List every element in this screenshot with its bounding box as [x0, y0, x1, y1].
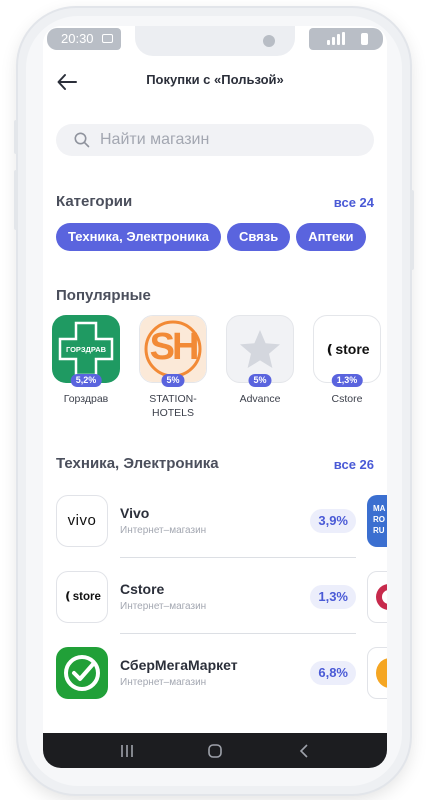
signal-bar-icon — [332, 37, 335, 45]
list-divider — [120, 557, 356, 558]
advance-logo — [226, 315, 294, 383]
store-type: Интернет–магазин — [120, 677, 207, 688]
cashback-badge: 1,3% — [310, 585, 356, 609]
signal-bar-icon — [327, 40, 330, 45]
popular-item-name: Advance — [239, 393, 281, 405]
volume-down-button — [14, 170, 18, 230]
popular-item-gorzdrav[interactable]: ГОРЗДРАВ 5,2% Горздрав — [49, 315, 123, 406]
nav-recents-icon[interactable] — [119, 743, 135, 759]
cashback-badge: 6,8% — [310, 661, 356, 685]
popular-title: Популярные — [56, 287, 151, 304]
power-button — [410, 190, 414, 270]
battery-icon — [361, 33, 368, 45]
store-type: Интернет–магазин — [120, 525, 207, 536]
cstore-logo: ❪store — [313, 315, 381, 383]
cashback-badge: 1,3% — [331, 374, 363, 387]
cashback-badge: 5% — [161, 374, 185, 387]
categories-title: Категории — [56, 193, 133, 210]
chip-telecom[interactable]: Связь — [226, 223, 291, 251]
cashback-badge: 5,2% — [70, 374, 102, 387]
cstore-list-logo-text: ❪store — [63, 591, 101, 603]
chip-pharmacies[interactable]: Аптеки — [296, 223, 366, 251]
nav-home-icon[interactable] — [207, 743, 223, 759]
signal-bar-icon — [337, 34, 340, 45]
status-right — [309, 28, 383, 50]
nav-back-icon[interactable] — [297, 743, 313, 759]
volume-up-button — [14, 120, 18, 154]
popular-item-name: STATION-HOTELS — [149, 393, 197, 419]
popular-item-advance[interactable]: 5% Advance — [223, 315, 297, 406]
peek-store-logo-maroru[interactable]: MA RO RU — [367, 495, 387, 547]
popular-item-station-hotels[interactable]: SH 5% STATION-HOTELS — [136, 315, 210, 420]
store-row-sbermegamarket[interactable]: СберМегаМаркет Интернет–магазин 6,8% — [56, 647, 356, 713]
chip-electronics[interactable]: Техника, Электроника — [56, 223, 221, 251]
electronics-title: Техника, Электроника — [56, 455, 219, 472]
cstore-logo-text: ❪store — [324, 341, 370, 357]
camera-notch — [135, 26, 295, 56]
status-bar: 20:30 — [43, 26, 387, 56]
gorzdrav-logo: ГОРЗДРАВ — [52, 315, 120, 383]
list-divider — [120, 633, 356, 634]
cstore-list-logo: ❪store — [56, 571, 108, 623]
peek-logo-text: MA RO RU — [373, 504, 386, 535]
vivo-logo-text: vivo — [67, 512, 97, 529]
gorzdrav-logo-text: ГОРЗДРАВ — [65, 345, 107, 354]
search-bar[interactable] — [56, 124, 374, 156]
categories-all-link[interactable]: все 24 — [334, 195, 374, 210]
search-icon — [74, 132, 90, 148]
peek-store-logo-orange[interactable] — [367, 647, 387, 699]
star-icon — [240, 330, 280, 368]
search-input[interactable] — [100, 124, 360, 156]
status-left: 20:30 — [47, 28, 121, 50]
popular-item-cstore[interactable]: ❪store 1,3% Cstore — [310, 315, 384, 406]
popular-item-name: Горздрав — [63, 393, 109, 405]
screen: 20:30 Покупки с «Пользой» Категории все … — [43, 26, 387, 768]
category-chips: Техника, Электроника Связь Аптеки — [56, 223, 372, 251]
status-time: 20:30 — [61, 31, 94, 46]
system-nav-bar — [43, 733, 387, 768]
cashback-badge: 3,9% — [310, 509, 356, 533]
vivo-logo: vivo — [56, 495, 108, 547]
store-row-cstore[interactable]: ❪store Cstore Интернет–магазин 1,3% — [56, 571, 356, 637]
sbermegamarket-logo — [56, 647, 108, 699]
store-name: СберМегаМаркет — [120, 657, 238, 673]
station-hotels-logo-text: SH — [149, 326, 200, 368]
electronics-all-link[interactable]: все 26 — [334, 457, 374, 472]
peek-store-logo-red[interactable] — [367, 571, 387, 623]
store-name: Cstore — [120, 581, 165, 597]
front-camera-icon — [263, 35, 275, 47]
store-name: Vivo — [120, 505, 150, 521]
store-type: Интернет–магазин — [120, 601, 207, 612]
popular-item-name: Cstore — [331, 393, 363, 405]
page-title: Покупки с «Пользой» — [146, 72, 284, 87]
sber-check-icon — [64, 655, 100, 691]
station-hotels-logo: SH — [139, 315, 207, 383]
cashback-badge: 5% — [248, 374, 272, 387]
signal-bar-icon — [342, 32, 345, 45]
store-row-vivo[interactable]: vivo Vivo Интернет–магазин 3,9% — [56, 495, 356, 561]
image-notification-icon — [102, 34, 113, 43]
